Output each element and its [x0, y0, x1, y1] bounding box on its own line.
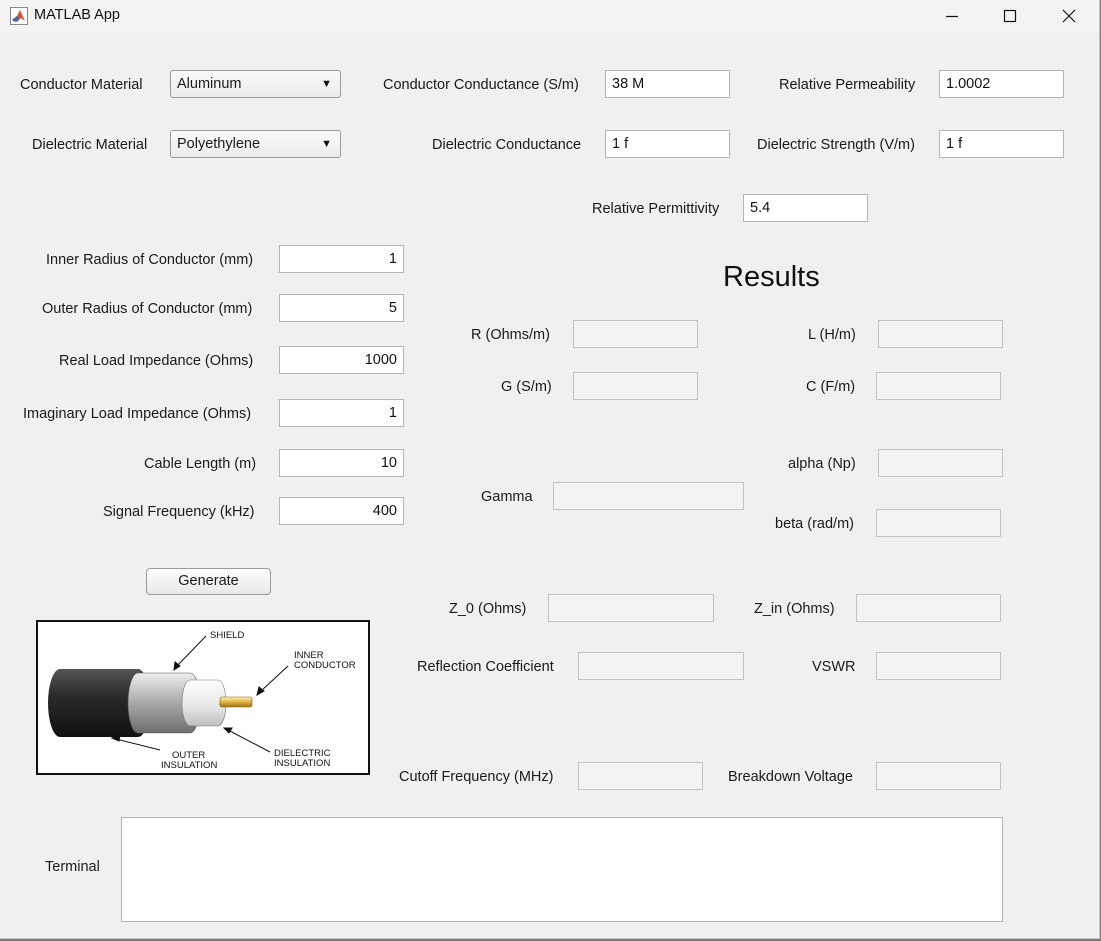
outer-insulation-label-2: INSULATION — [161, 760, 217, 771]
dielectric-material-dropdown[interactable]: Polyethylene ▼ — [170, 130, 341, 158]
relative-permeability-field[interactable]: 1.0002 — [939, 70, 1064, 98]
relative-permittivity-label: Relative Permittivity — [592, 201, 720, 217]
real-load-impedance-field[interactable]: 1000 — [279, 346, 404, 374]
cutoff-frequency-output-field[interactable] — [578, 762, 703, 790]
relative-permittivity-field[interactable]: 5.4 — [743, 194, 868, 222]
outer-radius-label: Outer Radius of Conductor (mm) — [42, 301, 253, 317]
minimize-icon — [946, 15, 958, 17]
terminal-output[interactable] — [121, 817, 1003, 922]
window-title: MATLAB App — [34, 7, 120, 23]
conductor-conductance-field[interactable]: 38 M — [605, 70, 730, 98]
shield-label: SHIELD — [210, 630, 244, 641]
z0-output-field[interactable] — [548, 594, 714, 622]
real-load-impedance-label: Real Load Impedance (Ohms) — [59, 353, 254, 369]
cable-length-label: Cable Length (m) — [144, 456, 257, 472]
vswr-label: VSWR — [812, 659, 856, 675]
alpha-label: alpha (Np) — [788, 456, 856, 472]
terminal-label: Terminal — [45, 859, 100, 875]
r-output-field[interactable] — [573, 320, 698, 348]
dielectric-insulation-label-2: INSULATION — [274, 758, 330, 769]
coax-cable-illustration: SHIELD INNER CONDUCTOR OUTER INSULATION … — [48, 630, 356, 771]
reflection-coefficient-output-field[interactable] — [578, 652, 744, 680]
l-label: L (H/m) — [808, 327, 856, 343]
dielectric-conductance-label: Dielectric Conductance — [432, 137, 582, 153]
inner-conductor-label-2: CONDUCTOR — [294, 660, 356, 671]
conductor-material-label: Conductor Material — [20, 77, 143, 93]
conductor-material-dropdown[interactable]: Aluminum ▼ — [170, 70, 341, 98]
dielectric-strength-field[interactable]: 1 f — [939, 130, 1064, 158]
dielectric-material-label: Dielectric Material — [32, 137, 148, 153]
zin-output-field[interactable] — [856, 594, 1001, 622]
app-window: MATLAB App Conductor Material Aluminum ▼… — [0, 0, 1100, 939]
z0-label: Z_0 (Ohms) — [449, 601, 527, 617]
conductor-conductance-label: Conductor Conductance (S/m) — [383, 77, 579, 93]
vswr-output-field[interactable] — [876, 652, 1001, 680]
dielectric-conductance-field[interactable]: 1 f — [605, 130, 730, 158]
inner-conductor-shape — [219, 696, 253, 708]
matlab-icon — [10, 7, 28, 25]
c-output-field[interactable] — [876, 372, 1001, 400]
relative-permeability-label: Relative Permeability — [779, 77, 916, 93]
reflection-coefficient-label: Reflection Coefficient — [417, 659, 554, 675]
breakdown-voltage-output-field[interactable] — [876, 762, 1001, 790]
close-icon — [1062, 9, 1076, 22]
dropdown-arrow-icon: ▼ — [321, 78, 332, 90]
results-heading: Results — [723, 261, 820, 293]
alpha-output-field[interactable] — [878, 449, 1003, 477]
g-output-field[interactable] — [573, 372, 698, 400]
maximize-button[interactable] — [981, 0, 1039, 31]
imaginary-load-impedance-field[interactable]: 1 — [279, 399, 404, 427]
title-bar: MATLAB App — [0, 0, 1099, 33]
dielectric-shape — [181, 679, 227, 727]
dielectric-strength-label: Dielectric Strength (V/m) — [757, 137, 915, 153]
c-label: C (F/m) — [806, 379, 856, 395]
signal-frequency-label: Signal Frequency (kHz) — [103, 504, 255, 520]
generate-button[interactable]: Generate — [146, 568, 271, 595]
dropdown-arrow-icon: ▼ — [321, 138, 332, 150]
signal-frequency-field[interactable]: 400 — [279, 497, 404, 525]
coax-cable-diagram: SHIELD INNER CONDUCTOR OUTER INSULATION … — [36, 620, 370, 775]
close-button[interactable] — [1040, 0, 1098, 31]
breakdown-voltage-label: Breakdown Voltage — [728, 769, 853, 785]
cutoff-frequency-label: Cutoff Frequency (MHz) — [399, 769, 554, 785]
inner-radius-field[interactable]: 1 — [279, 245, 404, 273]
maximize-icon — [1003, 9, 1017, 22]
l-output-field[interactable] — [878, 320, 1003, 348]
outer-radius-field[interactable]: 5 — [279, 294, 404, 322]
cable-length-field[interactable]: 10 — [279, 449, 404, 477]
dielectric-material-value: Polyethylene — [177, 136, 261, 152]
beta-label: beta (rad/m) — [775, 516, 854, 532]
inner-radius-label: Inner Radius of Conductor (mm) — [46, 252, 254, 268]
zin-label: Z_in (Ohms) — [754, 601, 835, 617]
conductor-material-value: Aluminum — [177, 76, 242, 92]
r-label: R (Ohms/m) — [471, 327, 550, 343]
g-label: G (S/m) — [501, 379, 552, 395]
gamma-label: Gamma — [481, 489, 533, 505]
gamma-output-field[interactable] — [553, 482, 744, 510]
minimize-button[interactable] — [923, 0, 981, 31]
imaginary-load-impedance-label: Imaginary Load Impedance (Ohms) — [23, 406, 252, 422]
beta-output-field[interactable] — [876, 509, 1001, 537]
